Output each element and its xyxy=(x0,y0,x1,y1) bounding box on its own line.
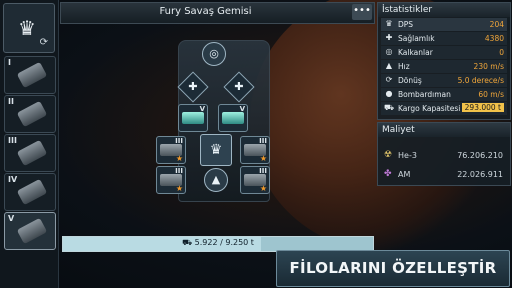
turret-level: III xyxy=(259,167,267,175)
slot-number: II xyxy=(8,97,14,106)
stat-label: Sağlamlık xyxy=(398,34,435,43)
arrow-up-icon: ▲ xyxy=(385,61,393,70)
cost-panel: Maliyet ☢ He-3 76.206.210 ✤ AM 22.026.91… xyxy=(377,122,511,186)
turret-icon xyxy=(222,112,244,124)
turret-level: V xyxy=(239,105,245,113)
turret-icon xyxy=(182,112,204,124)
turret-module-iii-3[interactable]: III ★ xyxy=(156,166,186,194)
star-icon: ★ xyxy=(259,184,267,193)
turret-level: III xyxy=(175,137,183,145)
turret-icon xyxy=(16,217,48,245)
turret-level: III xyxy=(175,167,183,175)
module-slot-2[interactable]: II xyxy=(4,95,56,133)
rotate-icon: ⟳ xyxy=(385,75,393,84)
stat-value: 60 m/s xyxy=(478,90,504,99)
turret-module-v-right[interactable]: V xyxy=(218,104,248,132)
turret-icon xyxy=(16,139,48,167)
stat-value: 4380 xyxy=(484,34,504,43)
left-module-panel: ♛ ⟳ I II III IV V xyxy=(0,0,59,288)
stat-row-bombard: ● Bombardıman 60 m/s xyxy=(381,88,507,101)
star-icon: ★ xyxy=(175,154,183,163)
slot-number: V xyxy=(8,214,15,223)
ship-title-bar: Fury Savaş Gemisi ••• xyxy=(60,2,375,24)
turret-icon xyxy=(16,100,48,128)
cost-title: Maliyet xyxy=(378,123,510,137)
stat-label: Dönüş xyxy=(398,76,422,85)
stat-row-health: ✚ Sağlamlık 4380 xyxy=(381,32,507,45)
crown-icon: ♛ xyxy=(18,16,36,40)
stat-value: 293.000 t xyxy=(461,103,504,112)
stat-row-speed: ▲ Hız 230 m/s xyxy=(381,60,507,73)
cost-row-he3: ☢ He-3 76.206.210 xyxy=(381,148,507,164)
more-options-button[interactable]: ••• xyxy=(352,4,372,20)
antimatter-icon: ✤ xyxy=(384,169,392,179)
module-slot-1[interactable]: I xyxy=(4,56,56,94)
stat-row-rotation: ⟳ Dönüş 5.0 derece/s xyxy=(381,74,507,87)
cost-value: 22.026.911 xyxy=(457,170,503,179)
stat-row-shields: ◎ Kalkanlar 0 xyxy=(381,46,507,59)
cargo-value: 5.922 / 9.250 t xyxy=(194,238,254,247)
stat-value: 204 xyxy=(489,20,504,29)
cargo-icon: ⛟ xyxy=(384,103,395,112)
stat-value: 5.0 derece/s xyxy=(457,76,504,85)
he3-icon: ☢ xyxy=(384,150,393,160)
turret-icon xyxy=(16,178,48,206)
stat-label: Kalkanlar xyxy=(398,48,433,57)
cargo-text: ⛟ 5.922 / 9.250 t xyxy=(63,238,373,248)
star-icon: ★ xyxy=(175,184,183,193)
module-slot-4[interactable]: IV xyxy=(4,173,56,211)
turret-level: V xyxy=(199,105,205,113)
turret-module-iii-4[interactable]: III ★ xyxy=(240,166,270,194)
crown-icon: ♛ xyxy=(385,19,393,28)
globe-module-icon[interactable]: ◎ xyxy=(202,42,226,66)
turret-module-iii-2[interactable]: III ★ xyxy=(240,136,270,164)
slot-number: I xyxy=(8,58,11,67)
crown-core-module[interactable]: ♛ xyxy=(200,134,232,166)
cost-label: AM xyxy=(398,170,411,179)
stat-row-cargo: ⛟ Kargo Kapasitesi 293.000 t xyxy=(381,102,507,115)
refresh-icon: ⟳ xyxy=(39,37,48,48)
turret-module-v-left[interactable]: V xyxy=(178,104,208,132)
stat-label: Kargo Kapasitesi xyxy=(398,104,461,113)
cargo-icon: ⛟ xyxy=(182,238,195,247)
engine-module-icon[interactable]: ▲ xyxy=(204,168,228,192)
fleet-tool-button[interactable]: ♛ ⟳ xyxy=(3,3,55,53)
stat-value: 0 xyxy=(499,48,504,57)
stat-label: Hız xyxy=(398,62,410,71)
customize-fleets-button[interactable]: FİLOLARINI ÖZELLEŞTİR xyxy=(276,250,510,287)
module-slot-3[interactable]: III xyxy=(4,134,56,172)
turret-level: III xyxy=(259,137,267,145)
module-slot-5[interactable]: V xyxy=(4,212,56,250)
turret-icon xyxy=(16,61,48,89)
cost-label: He-3 xyxy=(398,151,417,160)
stat-row-dps: ♛ DPS 204 xyxy=(381,18,507,31)
cross-icon: ✚ xyxy=(385,33,393,42)
turret-module-iii-1[interactable]: III ★ xyxy=(156,136,186,164)
star-icon: ★ xyxy=(259,154,267,163)
cost-row-am: ✤ AM 22.026.911 xyxy=(381,167,507,183)
stats-title: İstatistikler xyxy=(378,3,510,17)
stat-label: Bombardıman xyxy=(398,90,451,99)
stat-value: 230 m/s xyxy=(473,62,504,71)
stat-label: DPS xyxy=(398,20,414,29)
slot-number: III xyxy=(8,136,17,145)
stats-panel: İstatistikler ♛ DPS 204 ✚ Sağlamlık 4380… xyxy=(377,2,511,120)
crown-icon: ♛ xyxy=(209,142,223,158)
bomb-icon: ● xyxy=(385,89,393,98)
ship-title: Fury Savaş Gemisi xyxy=(159,6,252,17)
globe-icon: ◎ xyxy=(385,47,393,56)
cost-value: 76.206.210 xyxy=(457,151,503,160)
slot-number: IV xyxy=(8,175,18,184)
